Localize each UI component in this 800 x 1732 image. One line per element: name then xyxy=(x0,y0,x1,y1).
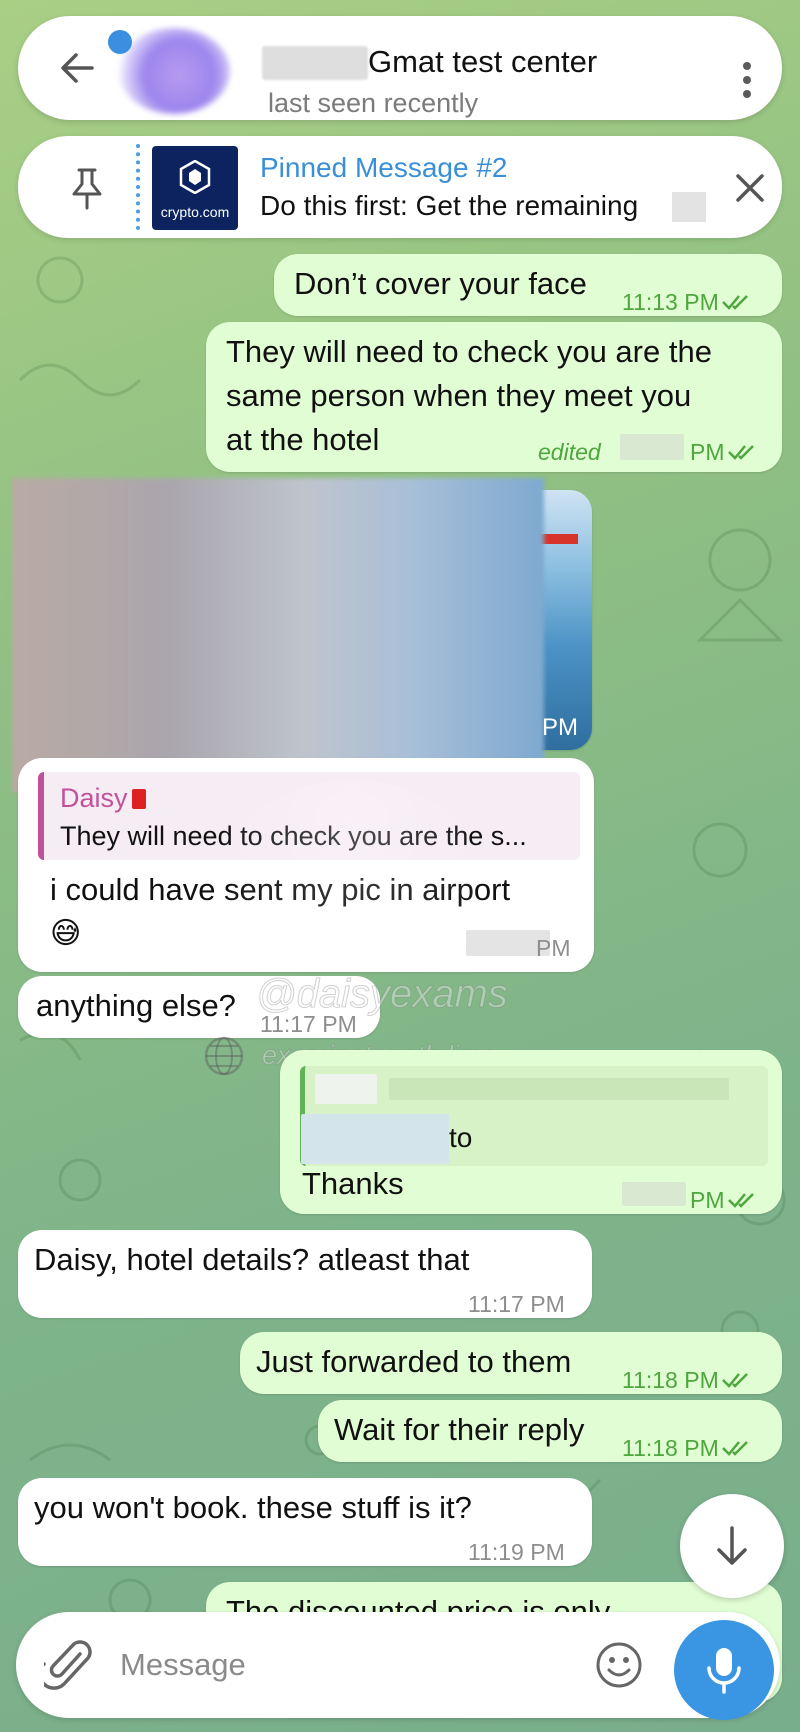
message-time: PM xyxy=(690,439,725,465)
online-dot xyxy=(108,30,132,54)
redacted-thumbnail xyxy=(315,1074,377,1104)
chat-title[interactable]: Gmat test center xyxy=(368,44,597,80)
redacted-title-part xyxy=(262,46,368,80)
sweat-smile-emoji: 😅 xyxy=(50,917,82,950)
microphone-icon xyxy=(707,1648,741,1694)
double-check-icon xyxy=(721,1441,748,1456)
message-time: 11:17 PM xyxy=(468,1291,565,1317)
message-text: anything else? xyxy=(36,988,236,1023)
message-text: Daisy, hotel details? atleast that xyxy=(34,1242,470,1277)
message-text-line: at the hotel xyxy=(226,422,380,457)
globe-icon xyxy=(204,1036,244,1076)
pinned-thumbnail-brand: crypto.com xyxy=(160,204,230,220)
message-time: 11:18 PM xyxy=(622,1367,719,1393)
message-time: 11:18 PM xyxy=(622,1435,719,1461)
redacted-block xyxy=(389,1078,729,1100)
scroll-to-bottom-button[interactable] xyxy=(680,1494,784,1598)
message-time: 11:19 PM xyxy=(468,1539,565,1565)
message-incoming[interactable]: you won't book. these stuff is it? 11:19… xyxy=(18,1478,592,1566)
pin-icon[interactable] xyxy=(66,166,108,212)
message-outgoing[interactable]: Don’t cover your face 11:13 PM xyxy=(274,254,782,316)
more-vertical-icon[interactable] xyxy=(738,62,756,102)
message-outgoing[interactable]: Just forwarded to them 11:18 PM xyxy=(240,1332,782,1394)
message-text: you won't book. these stuff is it? xyxy=(34,1490,472,1525)
message-input[interactable] xyxy=(120,1640,540,1690)
message-text-line: same person when they meet you xyxy=(226,378,692,413)
message-time: PM xyxy=(690,1187,725,1213)
crypto-logo-icon xyxy=(179,160,211,194)
message-outgoing[interactable]: to Thanks PM xyxy=(280,1050,782,1214)
pinned-title: Pinned Message #2 xyxy=(260,152,508,183)
double-check-icon xyxy=(727,445,754,460)
message-incoming[interactable]: Daisy, hotel details? atleast that 11:17… xyxy=(18,1230,592,1318)
pinned-indicator xyxy=(136,144,140,230)
microphone-button[interactable] xyxy=(674,1620,774,1720)
pinned-thumbnail: crypto.com xyxy=(152,146,238,230)
message-outgoing[interactable]: Wait for their reply 11:18 PM xyxy=(318,1400,782,1462)
pinned-message-bar[interactable]: crypto.com Pinned Message #2 Do this fir… xyxy=(18,136,782,238)
avatar[interactable] xyxy=(118,28,230,114)
message-time: 11:13 PM xyxy=(622,289,719,315)
close-icon[interactable] xyxy=(730,168,770,208)
redacted-block xyxy=(301,1114,449,1164)
red-envelope-icon xyxy=(131,789,146,809)
message-text: Thanks xyxy=(302,1166,404,1201)
double-check-icon xyxy=(721,1373,748,1388)
chat-status: last seen recently xyxy=(268,88,479,118)
redacted-block xyxy=(622,1182,686,1206)
double-check-icon xyxy=(721,295,748,310)
smiley-icon[interactable] xyxy=(594,1640,644,1690)
watermark-handle: @daisyexams xyxy=(256,972,509,1017)
arrow-left-icon[interactable] xyxy=(56,46,100,90)
forwarded-text: to xyxy=(449,1122,473,1153)
redacted-block xyxy=(672,192,706,222)
message-outgoing[interactable]: They will need to check you are the same… xyxy=(206,322,782,472)
redacted-block xyxy=(620,434,684,460)
edited-label: edited xyxy=(538,439,601,465)
pinned-text: Do this first: Get the remaining xyxy=(260,190,639,221)
chat-header: Gmat test center last seen recently xyxy=(18,16,782,120)
message-text: Just forwarded to them xyxy=(256,1344,572,1379)
redacted-photo xyxy=(12,478,544,792)
watermark-mascot xyxy=(232,780,472,940)
arrow-down-icon xyxy=(717,1526,747,1565)
paperclip-icon[interactable] xyxy=(44,1638,94,1692)
message-composer xyxy=(16,1612,780,1718)
message-text-line: They will need to check you are the xyxy=(226,334,712,369)
message-time: PM xyxy=(536,935,571,961)
photo-time: PM xyxy=(542,714,578,741)
message-text: Wait for their reply xyxy=(334,1412,585,1447)
double-check-icon xyxy=(727,1193,754,1208)
forwarded-quote[interactable]: to xyxy=(300,1066,768,1166)
message-text: Don’t cover your face xyxy=(294,266,587,301)
